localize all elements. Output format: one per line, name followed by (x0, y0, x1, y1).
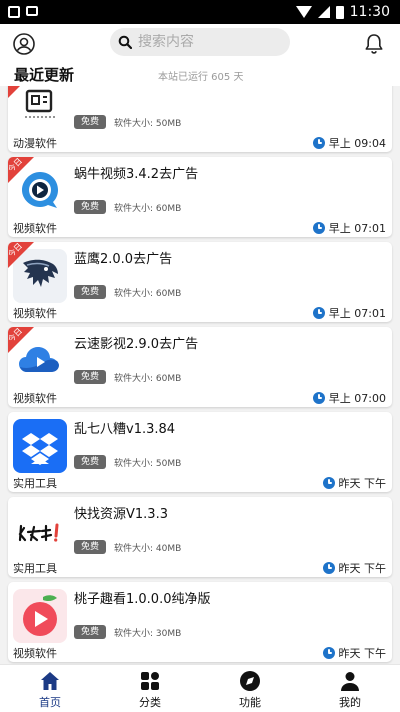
nav-features[interactable]: 功能 (200, 665, 300, 712)
list-item[interactable]: 今日 蜗牛视频3.4.2去广告 免费 软件大小: 60MB 视频软件 早上 07… (8, 157, 392, 237)
kuaizhao-icon (13, 504, 67, 558)
update-time-text: 昨天 下午 (338, 562, 387, 575)
clock-icon (312, 392, 325, 404)
app-title[interactable]: 云速影视2.9.0去广告 (74, 333, 198, 352)
home-icon (41, 672, 59, 690)
free-tag: 免费 (74, 115, 107, 129)
update-time-text: 早上 07:01 (328, 307, 386, 320)
site-uptime: 本站已运行 605 天 (158, 72, 244, 83)
app-category: 视频软件 (13, 392, 57, 405)
clock-icon (322, 477, 335, 489)
app-size: 软件大小: 50MB (114, 119, 182, 129)
free-tag: 免费 (74, 200, 107, 214)
app-size: 软件大小: 40MB (114, 544, 182, 554)
status-bar: 11:30 (0, 0, 400, 24)
app-size: 软件大小: 50MB (114, 459, 182, 469)
app-title[interactable]: 蜗牛视频3.4.2去广告 (74, 163, 198, 182)
app-category: 视频软件 (13, 222, 57, 235)
app-category: 实用工具 (13, 477, 57, 490)
wifi-icon (295, 6, 312, 18)
app-size: 软件大小: 60MB (114, 289, 182, 299)
nav-mine[interactable]: 我的 (300, 665, 400, 712)
clock-icon (322, 647, 335, 659)
clock-icon (322, 562, 335, 574)
list-item[interactable]: 免费 软件大小: 50MB 动漫软件 早上 09:04 (8, 86, 392, 152)
signal-icon (317, 6, 330, 18)
app-title[interactable]: 桃子趣看1.0.0.0纯净版 (74, 588, 210, 607)
free-tag: 免费 (74, 370, 107, 384)
app-title[interactable]: 乱七八糟v1.3.84 (74, 418, 175, 437)
battery-icon (335, 5, 344, 19)
search-input[interactable] (138, 34, 268, 50)
peach-play-icon (13, 589, 67, 643)
app-category: 视频软件 (13, 647, 57, 660)
list-item[interactable]: 今日 蓝鹰2.0.0去广告 免费 软件大小: 60MB 视频软件 早上 07:0… (8, 242, 392, 322)
update-time: 昨天 下午 (322, 560, 387, 576)
list-item[interactable]: 桃子趣看1.0.0.0纯净版 免费 软件大小: 30MB 视频软件 昨天 下午 (8, 582, 392, 662)
update-time: 早上 07:01 (312, 220, 386, 236)
update-time: 昨天 下午 (322, 645, 387, 661)
update-time: 早上 07:00 (312, 390, 386, 406)
free-tag: 免费 (74, 625, 107, 639)
free-tag: 免费 (74, 540, 107, 554)
update-time-text: 早上 07:01 (328, 222, 386, 235)
nav-label: 我的 (339, 696, 361, 709)
app-size: 软件大小: 60MB (114, 374, 182, 384)
notification-icon (8, 6, 20, 18)
app-bar (0, 24, 400, 64)
update-time-text: 早上 09:04 (328, 137, 386, 150)
bell-icon[interactable] (362, 32, 386, 56)
section-header: 最近更新 本站已运行 605 天 (0, 64, 400, 86)
app-category: 视频软件 (13, 307, 57, 320)
nav-category[interactable]: 分类 (100, 665, 200, 712)
app-category: 动漫软件 (13, 137, 57, 150)
app-size: 软件大小: 30MB (114, 629, 182, 639)
ribbon-badge (8, 86, 34, 98)
update-time-text: 昨天 下午 (338, 477, 387, 490)
nav-home[interactable]: 首页 (0, 665, 100, 712)
status-time: 11:30 (349, 4, 390, 20)
person-icon (341, 672, 359, 691)
update-time-text: 早上 07:00 (328, 392, 386, 405)
clock-icon (312, 222, 325, 234)
search-bar[interactable] (110, 28, 290, 56)
update-time-text: 昨天 下午 (338, 647, 387, 660)
free-tag: 免费 (74, 455, 107, 469)
notification-icon (26, 6, 38, 16)
dropbox-icon (13, 419, 67, 473)
app-title[interactable]: 快找资源V1.3.3 (74, 503, 168, 522)
nav-label: 分类 (139, 696, 161, 709)
compass-icon (240, 671, 260, 691)
nav-label: 功能 (239, 696, 261, 709)
nav-label: 首页 (39, 696, 61, 709)
clock-icon (312, 137, 325, 149)
user-icon[interactable] (12, 32, 36, 56)
app-size: 软件大小: 60MB (114, 204, 182, 214)
app-list[interactable]: 免费 软件大小: 50MB 动漫软件 早上 09:04 今日 蜗牛视频3.4.2… (0, 86, 400, 664)
search-icon (118, 35, 132, 49)
list-item[interactable]: 快找资源V1.3.3 免费 软件大小: 40MB 实用工具 昨天 下午 (8, 497, 392, 577)
app-category: 实用工具 (13, 562, 57, 575)
clock-icon (312, 307, 325, 319)
bottom-nav: 首页 分类 功能 我的 (0, 664, 400, 712)
list-item[interactable]: 乱七八糟v1.3.84 免费 软件大小: 50MB 实用工具 昨天 下午 (8, 412, 392, 492)
update-time: 昨天 下午 (322, 475, 387, 491)
notification-icons (0, 6, 38, 18)
grid-icon (141, 672, 159, 690)
update-time: 早上 09:04 (312, 135, 386, 151)
free-tag: 免费 (74, 285, 107, 299)
app-title[interactable]: 蓝鹰2.0.0去广告 (74, 248, 172, 267)
section-title: 最近更新 (14, 66, 75, 84)
update-time: 早上 07:01 (312, 305, 386, 321)
list-item[interactable]: 今日 云速影视2.9.0去广告 免费 软件大小: 60MB 视频软件 早上 07… (8, 327, 392, 407)
